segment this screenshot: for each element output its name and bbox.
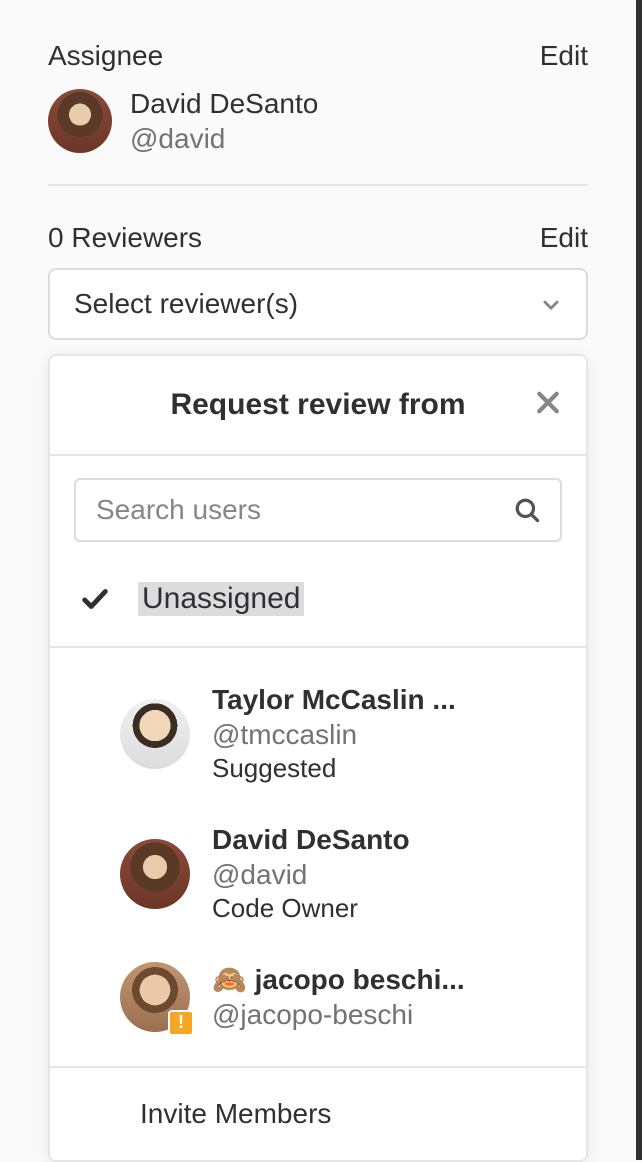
section-divider	[48, 184, 588, 186]
reviewers-dropdown: Request review from Unassigned Taylor Mc…	[48, 354, 588, 1162]
assignee-user-handle: @david	[130, 121, 318, 156]
avatar	[48, 89, 112, 153]
sidebar-panel: Assignee Edit David DeSanto @david 0 Rev…	[0, 0, 642, 1160]
assignee-user-info: David DeSanto @david	[130, 86, 318, 156]
reviewers-header: 0 Reviewers Edit	[48, 222, 588, 254]
assignee-label: Assignee	[48, 40, 163, 72]
user-list: Taylor McCaslin ... @tmccaslin Suggested…	[50, 648, 586, 1068]
assignee-user[interactable]: David DeSanto @david	[48, 86, 588, 156]
user-handle: @jacopo-beschi	[212, 997, 465, 1032]
dropdown-title: Request review from	[170, 388, 465, 422]
search-container	[50, 456, 586, 542]
check-icon	[80, 584, 110, 614]
select-reviewers-dropdown-trigger[interactable]: Select reviewer(s)	[48, 268, 588, 340]
user-meta: Suggested	[212, 752, 456, 786]
avatar	[120, 839, 190, 909]
reviewers-count-label: 0 Reviewers	[48, 222, 202, 254]
search-input[interactable]	[96, 494, 514, 526]
warning-badge-icon: !	[168, 1010, 194, 1036]
unassigned-option[interactable]: Unassigned	[50, 542, 586, 648]
unassigned-label: Unassigned	[138, 582, 304, 616]
user-name: 🙈 jacopo beschi...	[212, 962, 465, 997]
assignee-user-name: David DeSanto	[130, 86, 318, 121]
user-option[interactable]: ! 🙈 jacopo beschi... @jacopo-beschi	[50, 944, 586, 1050]
user-name: David DeSanto	[212, 822, 410, 857]
invite-members-link[interactable]: Invite Members	[50, 1068, 586, 1160]
assignee-edit-link[interactable]: Edit	[540, 40, 588, 72]
select-reviewers-placeholder: Select reviewer(s)	[74, 288, 298, 320]
user-meta: Code Owner	[212, 892, 410, 926]
search-box[interactable]	[74, 478, 562, 542]
user-handle: @tmccaslin	[212, 717, 456, 752]
user-handle: @david	[212, 857, 410, 892]
avatar	[120, 699, 190, 769]
assignee-header: Assignee Edit	[48, 40, 588, 72]
close-button[interactable]	[534, 389, 562, 422]
chevron-down-icon	[540, 293, 562, 315]
dropdown-header: Request review from	[50, 356, 586, 456]
user-option[interactable]: David DeSanto @david Code Owner	[50, 804, 586, 944]
user-option[interactable]: Taylor McCaslin ... @tmccaslin Suggested	[50, 664, 586, 804]
reviewers-edit-link[interactable]: Edit	[540, 222, 588, 254]
user-name: Taylor McCaslin ...	[212, 682, 456, 717]
search-icon	[514, 497, 540, 523]
close-icon	[534, 389, 562, 417]
